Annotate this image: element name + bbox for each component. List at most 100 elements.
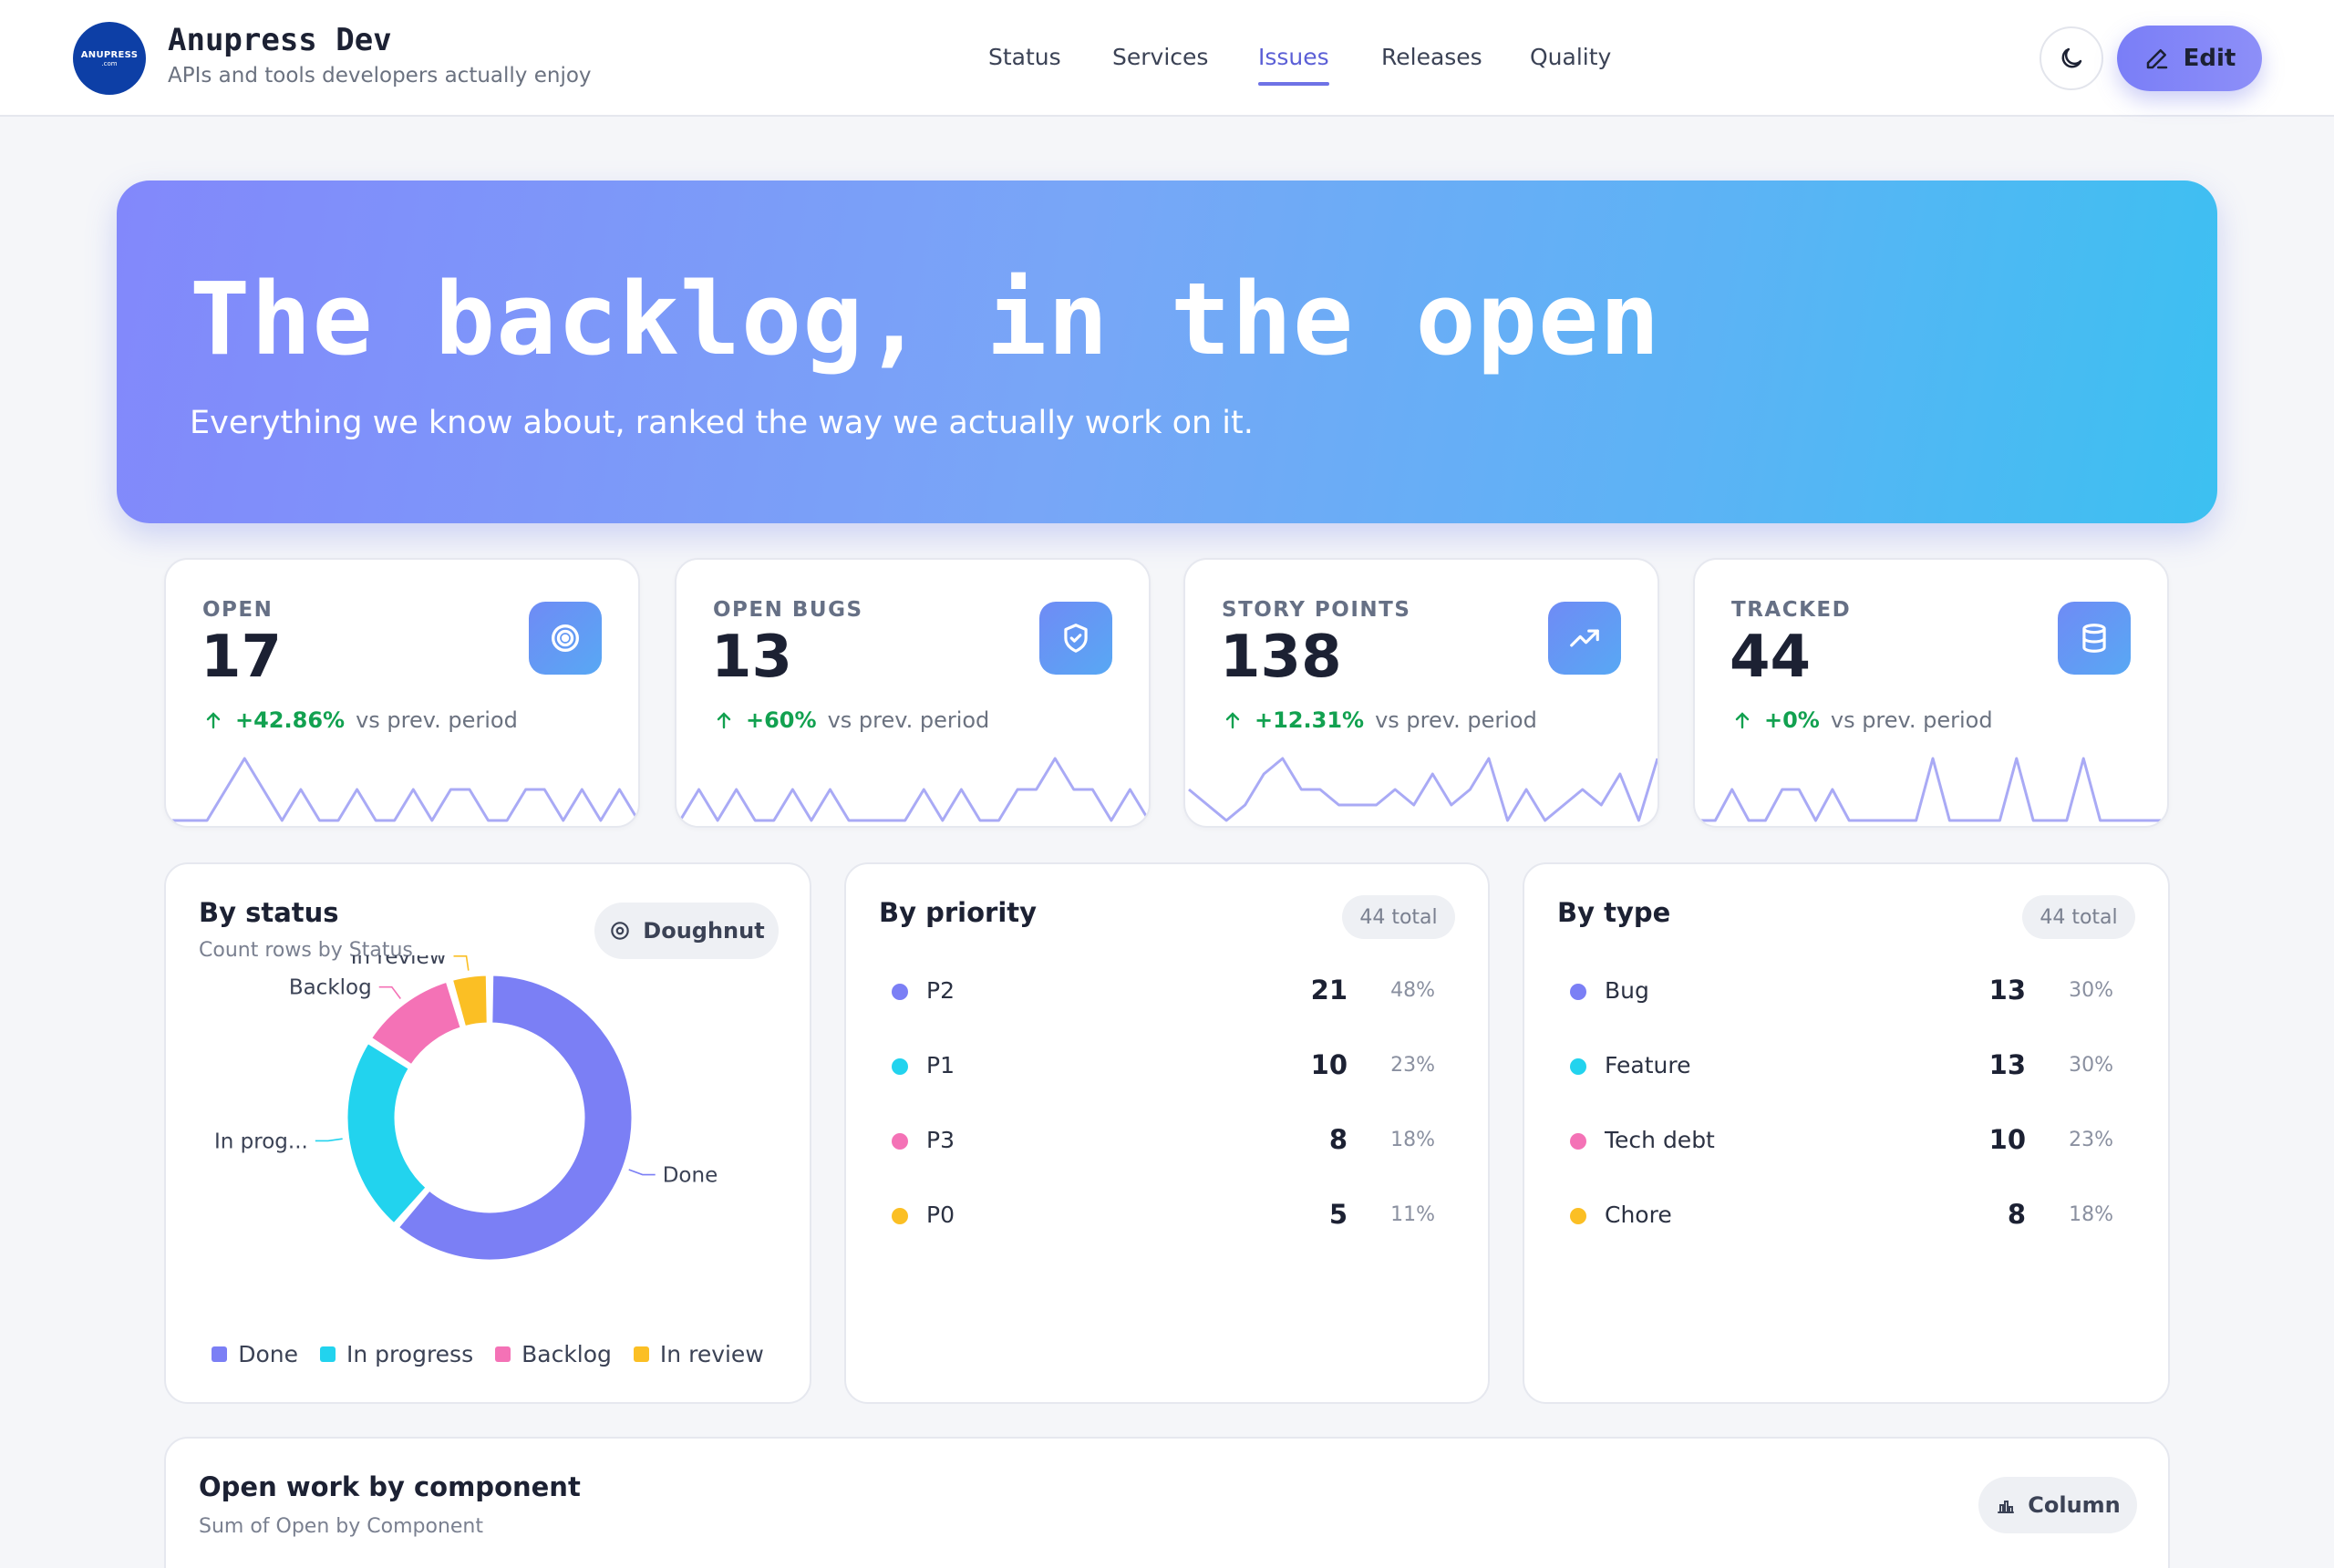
kpi-delta-suffix: vs prev. period bbox=[827, 707, 990, 733]
theme-toggle-button[interactable] bbox=[2040, 26, 2103, 90]
chart-type-button[interactable]: Doughnut bbox=[594, 903, 779, 959]
panel-title: By status bbox=[199, 897, 339, 928]
panel-subtitle: Sum of Open by Component bbox=[199, 1515, 483, 1538]
legend-swatch bbox=[633, 1346, 649, 1362]
sparkline-path bbox=[678, 757, 1149, 822]
donut-icon bbox=[611, 922, 630, 940]
legend-item[interactable]: Done bbox=[212, 1341, 298, 1367]
legend-swatch bbox=[495, 1346, 511, 1362]
row-percent: 18% bbox=[2069, 1203, 2113, 1226]
row-percent: 23% bbox=[2069, 1129, 2113, 1151]
trending-up-icon bbox=[1548, 602, 1621, 675]
app-tagline: APIs and tools developers actually enjoy bbox=[168, 64, 592, 88]
donut-leader-line bbox=[628, 1169, 656, 1176]
kpi-value: 17 bbox=[201, 624, 283, 691]
row-count: 8 bbox=[1328, 1124, 1348, 1155]
row-label: Bug bbox=[1605, 977, 1649, 1004]
row-percent: 48% bbox=[1390, 979, 1435, 1002]
arrow-up-icon bbox=[1225, 712, 1240, 729]
series-dot bbox=[892, 1208, 908, 1224]
legend-label: In review bbox=[659, 1341, 764, 1367]
list-item: P1 10 23% bbox=[879, 1048, 1448, 1085]
row-percent: 11% bbox=[1390, 1203, 1435, 1226]
by-status-panel: By status Count rows by Status Doughnut … bbox=[164, 862, 811, 1404]
kpi-delta: +0% vs prev. period bbox=[1731, 707, 1993, 733]
kpi-delta-value: +42.86% bbox=[235, 707, 346, 733]
nav-link-services[interactable]: Services bbox=[1112, 44, 1208, 80]
list-item: Bug 13 30% bbox=[1557, 974, 2126, 1010]
chart-legend: Done In progress Backlog In review bbox=[166, 1341, 810, 1367]
brand-logo[interactable]: ANUPRESS .com bbox=[73, 22, 146, 95]
kpi-delta-value: +12.31% bbox=[1255, 707, 1365, 733]
list-item: P2 21 48% bbox=[879, 974, 1448, 1010]
series-dot bbox=[892, 984, 908, 1000]
bar-chart-icon bbox=[1998, 1501, 2015, 1513]
legend-label: Backlog bbox=[522, 1341, 612, 1367]
row-label: Feature bbox=[1605, 1052, 1691, 1078]
nav-link-issues[interactable]: Issues bbox=[1258, 44, 1329, 86]
hero-banner: The backlog, in the open Everything we k… bbox=[117, 181, 2217, 523]
donut-slice-label: In prog... bbox=[214, 1130, 308, 1153]
kpi-sparkline bbox=[170, 757, 638, 822]
nav-link-releases[interactable]: Releases bbox=[1381, 44, 1482, 80]
edit-button[interactable]: Edit bbox=[2117, 26, 2262, 91]
nav-link-status[interactable]: Status bbox=[988, 44, 1061, 80]
kpi-card-open-bugs: OPEN BUGS 13 +60% vs prev. period bbox=[675, 558, 1151, 828]
kpi-value: 13 bbox=[711, 624, 793, 691]
row-count: 21 bbox=[1310, 975, 1348, 1006]
kpi-card-open: OPEN 17 +42.86% vs prev. period bbox=[164, 558, 640, 828]
total-badge: 44 total bbox=[1342, 895, 1455, 939]
series-dot bbox=[1570, 1208, 1586, 1224]
sparkline-path bbox=[1699, 757, 2167, 822]
open-work-panel: Open work by component Sum of Open by Co… bbox=[164, 1437, 2170, 1568]
list-item: Chore 8 18% bbox=[1557, 1198, 2126, 1234]
donut-slice-in-progress bbox=[345, 1040, 429, 1226]
status-donut-chart: Done In prog... Backlog In review bbox=[214, 955, 718, 1263]
series-dot bbox=[1570, 984, 1586, 1000]
donut-leader-line bbox=[315, 1138, 343, 1142]
row-count: 10 bbox=[1988, 1124, 2026, 1155]
row-count: 5 bbox=[1328, 1199, 1348, 1230]
by-priority-panel: By priority 44 total P2 21 48% P1 10 23%… bbox=[844, 862, 1490, 1404]
row-label: P3 bbox=[926, 1127, 955, 1153]
row-count: 8 bbox=[2007, 1199, 2026, 1230]
row-label: Tech debt bbox=[1605, 1127, 1715, 1153]
kpi-label: STORY POINTS bbox=[1222, 598, 1411, 622]
panel-title: By priority bbox=[879, 897, 1038, 928]
pencil-icon bbox=[2146, 49, 2167, 69]
legend-item[interactable]: In progress bbox=[320, 1341, 473, 1367]
row-percent: 23% bbox=[1390, 1054, 1435, 1077]
list-item: P0 5 11% bbox=[879, 1198, 1448, 1234]
kpi-card-tracked: TRACKED 44 +0% vs prev. period bbox=[1693, 558, 2169, 828]
logo-text: ANUPRESS bbox=[80, 49, 139, 60]
legend-label: In progress bbox=[346, 1341, 474, 1367]
nav-link-quality[interactable]: Quality bbox=[1530, 44, 1611, 80]
kpi-value: 44 bbox=[1730, 624, 1812, 691]
row-percent: 18% bbox=[1390, 1129, 1435, 1151]
arrow-up-icon bbox=[1735, 712, 1750, 729]
row-percent: 30% bbox=[2069, 979, 2113, 1002]
sparkline-path bbox=[1188, 757, 1658, 822]
target-icon bbox=[529, 602, 602, 675]
legend-item[interactable]: In review bbox=[633, 1341, 764, 1367]
list-item: Tech debt 10 23% bbox=[1557, 1123, 2126, 1160]
chart-type-label: Doughnut bbox=[643, 918, 765, 944]
legend-swatch bbox=[212, 1346, 228, 1362]
row-count: 13 bbox=[1988, 975, 2026, 1006]
donut-leader-line bbox=[453, 955, 470, 971]
kpi-delta-suffix: vs prev. period bbox=[356, 707, 518, 733]
row-percent: 30% bbox=[2069, 1054, 2113, 1077]
arrow-up-icon bbox=[717, 712, 731, 729]
panel-title: By type bbox=[1557, 897, 1671, 928]
row-label: P0 bbox=[926, 1202, 955, 1228]
chart-type-button[interactable]: Column bbox=[1978, 1477, 2137, 1533]
donut-slice-label: In review bbox=[351, 955, 447, 969]
kpi-sparkline bbox=[678, 757, 1149, 822]
legend-item[interactable]: Backlog bbox=[495, 1341, 612, 1367]
donut-slice-label: Backlog bbox=[289, 976, 372, 1000]
kpi-delta-value: +60% bbox=[746, 707, 817, 733]
row-label: Chore bbox=[1605, 1202, 1672, 1228]
hero-subtitle: Everything we know about, ranked the way… bbox=[190, 405, 1254, 441]
kpi-value: 138 bbox=[1220, 624, 1342, 691]
series-dot bbox=[1570, 1133, 1586, 1150]
